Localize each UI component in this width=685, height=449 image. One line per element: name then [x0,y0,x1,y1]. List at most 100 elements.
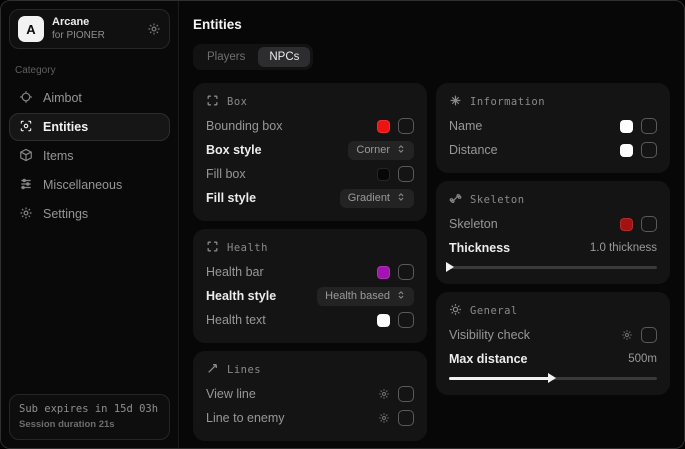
card-health-header: Health [206,240,414,256]
row-max-distance: Max distance 500m [449,347,657,371]
selected-value: Corner [356,144,390,156]
gear-icon[interactable] [378,388,390,400]
health-text-checkbox[interactable] [398,312,414,328]
sidebar-nav: Aimbot Entities Items Miscellaneous [9,84,170,228]
sidebar-item-miscellaneous[interactable]: Miscellaneous [9,171,170,199]
slider-track [449,266,657,269]
card-title: Health [227,242,268,254]
color-swatch[interactable] [377,266,390,279]
app-window: A Arcane for PIONER Category Aimbot [0,0,685,449]
row-fill-box: Fill box [206,162,414,186]
category-label: Category [15,65,164,76]
color-swatch[interactable] [377,120,390,133]
cards-layout: Box Bounding box Box style Corner [193,83,670,441]
bone-icon [449,192,462,208]
health-style-select[interactable]: Health based [317,287,414,306]
sidebar-item-settings[interactable]: Settings [9,200,170,228]
row-view-line: View line [206,382,414,406]
row-label: Max distance [449,352,528,366]
sidebar-item-entities[interactable]: Entities [9,113,170,141]
line-to-enemy-checkbox[interactable] [398,410,414,426]
main-panel: Entities Players NPCs Box Bounding box [179,1,684,448]
row-fill-style: Fill style Gradient [206,186,414,210]
card-box-header: Box [206,94,414,110]
bounding-box-checkbox[interactable] [398,118,414,134]
box-style-select[interactable]: Corner [348,141,414,160]
row-label: View line [206,387,256,401]
row-label: Health style [206,289,276,303]
card-skeleton: Skeleton Skeleton Thickness 1.0 thicknes… [436,181,670,284]
card-lines-header: Lines [206,362,414,378]
row-bounding-box: Bounding box [206,114,414,138]
card-title: General [470,305,518,317]
row-name: Name [449,114,657,138]
tab-npcs[interactable]: NPCs [258,47,310,67]
cube-icon [19,148,33,165]
card-health: Health Health bar Health style Health ba… [193,229,427,343]
slider-thumb[interactable] [446,262,454,272]
visibility-check-checkbox[interactable] [641,327,657,343]
card-general: General Visibility check Max distance [436,292,670,395]
row-health-style: Health style Health based [206,284,414,308]
color-swatch[interactable] [620,218,633,231]
slider-thumb[interactable] [548,373,556,383]
card-skeleton-header: Skeleton [449,192,657,208]
tab-bar: Players NPCs [193,44,313,70]
card-lines: Lines View line Line to enemy [193,351,427,441]
thickness-slider[interactable] [449,262,657,272]
sidebar-item-label: Items [43,149,74,163]
gear-icon[interactable] [621,329,633,341]
row-distance: Distance [449,138,657,162]
page-title: Entities [193,17,670,32]
row-label: Bounding box [206,119,282,133]
max-distance-value: 500m [628,353,657,365]
row-skeleton: Skeleton [449,212,657,236]
brand-text: Arcane for PIONER [52,16,139,42]
fill-style-select[interactable]: Gradient [340,189,414,208]
session-duration-text: Session duration 21s [19,418,160,432]
row-box-style: Box style Corner [206,138,414,162]
row-label: Box style [206,143,262,157]
sidebar-item-items[interactable]: Items [9,142,170,170]
right-column: Information Name Distance [436,83,670,395]
row-label: Skeleton [449,217,498,231]
diagonal-line-icon [206,362,219,378]
row-label: Name [449,119,482,133]
skeleton-checkbox[interactable] [641,216,657,232]
row-health-text: Health text [206,308,414,332]
view-line-checkbox[interactable] [398,386,414,402]
card-information: Information Name Distance [436,83,670,173]
card-title: Information [470,96,545,108]
gear-icon[interactable] [147,22,161,36]
name-checkbox[interactable] [641,118,657,134]
max-distance-slider[interactable] [449,373,657,383]
sun-icon [449,303,462,319]
tab-players[interactable]: Players [196,47,256,67]
row-visibility-check: Visibility check [449,323,657,347]
fill-box-checkbox[interactable] [398,166,414,182]
sidebar-item-label: Settings [43,207,88,221]
row-label: Visibility check [449,328,530,342]
sidebar-item-aimbot[interactable]: Aimbot [9,84,170,112]
sidebar-spacer [9,228,170,394]
distance-checkbox[interactable] [641,142,657,158]
sidebar: A Arcane for PIONER Category Aimbot [1,1,179,448]
subscription-card: Sub expires in 15d 03h Session duration … [9,394,170,440]
brand-logo: A [18,16,44,42]
color-swatch[interactable] [620,120,633,133]
color-swatch[interactable] [377,314,390,327]
brand-card: A Arcane for PIONER [9,9,170,49]
row-label: Line to enemy [206,411,285,425]
brand-name: Arcane [52,16,139,30]
entities-icon [19,119,33,136]
sparkle-icon [449,94,462,110]
brand-subtitle: for PIONER [52,30,139,43]
card-general-header: General [449,303,657,319]
color-swatch[interactable] [377,168,390,181]
health-bar-checkbox[interactable] [398,264,414,280]
row-label: Thickness [449,241,510,255]
color-swatch[interactable] [620,144,633,157]
gear-icon[interactable] [378,412,390,424]
card-information-header: Information [449,94,657,110]
chevron-up-down-icon [396,192,406,205]
